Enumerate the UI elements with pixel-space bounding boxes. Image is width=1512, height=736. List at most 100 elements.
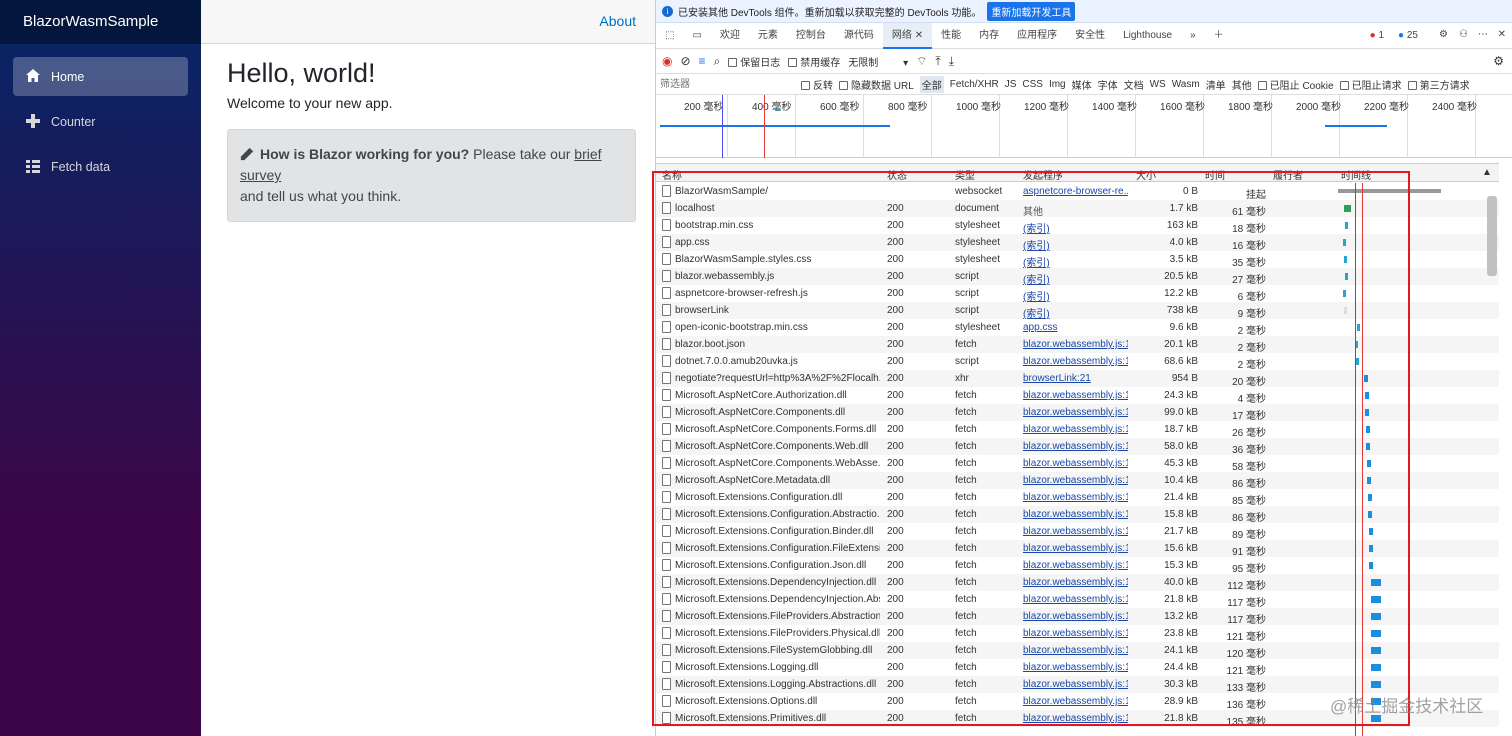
request-initiator[interactable]: app.css bbox=[1023, 322, 1128, 333]
request-name[interactable]: app.css bbox=[675, 237, 880, 248]
request-name[interactable]: BlazorWasmSample/ bbox=[675, 186, 880, 197]
table-row[interactable]: Microsoft.Extensions.DependencyInjection… bbox=[656, 591, 1499, 609]
network-overview[interactable]: 200 毫秒 400 毫秒 600 毫秒 800 毫秒 1000 毫秒 1200 毫秒 14… bbox=[656, 95, 1512, 158]
request-initiator[interactable]: blazor.webassembly.js:1 bbox=[1023, 407, 1128, 418]
filter-input[interactable] bbox=[660, 76, 795, 92]
gear-icon[interactable]: ⚙ bbox=[1439, 29, 1448, 40]
table-row[interactable]: Microsoft.Extensions.Configuration.FileE… bbox=[656, 540, 1499, 558]
request-name[interactable]: aspnetcore-browser-refresh.js bbox=[675, 288, 880, 299]
warning-badge[interactable]: ● 25 bbox=[1394, 29, 1422, 42]
add-tab-icon[interactable]: ＋ bbox=[1205, 23, 1233, 49]
table-row[interactable]: Microsoft.Extensions.FileProviders.Physi… bbox=[656, 625, 1499, 643]
request-initiator[interactable]: blazor.webassembly.js:1 bbox=[1023, 577, 1128, 588]
disable-cache-checkbox[interactable]: 禁用缓存 bbox=[788, 54, 840, 69]
tab-welcome[interactable]: 欢迎 bbox=[711, 23, 749, 49]
upload-icon[interactable]: ⤒ bbox=[935, 54, 940, 69]
preserve-log-checkbox[interactable]: 保留日志 bbox=[728, 54, 780, 69]
request-initiator[interactable]: blazor.webassembly.js:1 bbox=[1023, 475, 1128, 486]
device-toolbar-icon[interactable]: ▭ bbox=[683, 23, 710, 49]
tab-console[interactable]: 控制台 bbox=[787, 23, 835, 49]
request-name[interactable]: Microsoft.Extensions.Primitives.dll bbox=[675, 713, 880, 724]
request-name[interactable]: Microsoft.Extensions.Logging.dll bbox=[675, 662, 880, 673]
table-row[interactable]: Microsoft.AspNetCore.Components.Forms.dl… bbox=[656, 421, 1499, 439]
request-initiator[interactable]: blazor.webassembly.js:1 bbox=[1023, 594, 1128, 605]
request-initiator[interactable]: blazor.webassembly.js:1 bbox=[1023, 458, 1128, 469]
blocked-cookies-checkbox[interactable]: 已阻止 Cookie bbox=[1257, 77, 1334, 92]
table-row[interactable]: open-iconic-bootstrap.min.css 200 styleshe… bbox=[656, 319, 1499, 337]
table-row[interactable]: negotiate?requestUrl=http%3A%2F%2Flocalh… bbox=[656, 370, 1499, 388]
col-time[interactable]: 时间 bbox=[1205, 167, 1225, 182]
filter-type-other[interactable]: 其他 bbox=[1232, 77, 1252, 92]
nav-item-counter[interactable]: Counter bbox=[13, 102, 188, 141]
table-row[interactable]: Microsoft.Extensions.Logging.Abstraction… bbox=[656, 676, 1499, 694]
table-row[interactable]: Microsoft.Extensions.Logging.dll 200 fetch… bbox=[656, 659, 1499, 677]
record-icon[interactable]: ◉ bbox=[662, 54, 672, 68]
tab-application[interactable]: 应用程序 bbox=[1008, 23, 1066, 49]
table-row[interactable]: browserLink 200 script (索引) 738 kB 9 毫秒 bbox=[656, 302, 1499, 320]
request-name[interactable]: Microsoft.AspNetCore.Components.WebAsse.… bbox=[675, 458, 880, 469]
filter-type-doc[interactable]: 文档 bbox=[1124, 77, 1144, 92]
search-icon[interactable]: ⌕ bbox=[714, 54, 721, 69]
request-name[interactable]: Microsoft.Extensions.DependencyInjection… bbox=[675, 594, 880, 605]
request-initiator[interactable]: blazor.webassembly.js:1 bbox=[1023, 543, 1128, 554]
request-initiator[interactable]: (索引) bbox=[1023, 271, 1128, 286]
reload-devtools-button[interactable]: 重新加载开发工具 bbox=[987, 1, 1076, 21]
table-row[interactable]: Microsoft.Extensions.Configuration.Json.… bbox=[656, 557, 1499, 575]
request-name[interactable]: localhost bbox=[675, 203, 880, 214]
request-initiator[interactable]: blazor.webassembly.js:1 bbox=[1023, 509, 1128, 520]
request-name[interactable]: Microsoft.Extensions.DependencyInjection… bbox=[675, 577, 880, 588]
inspect-icon[interactable]: ⬚ bbox=[656, 23, 683, 49]
request-name[interactable]: BlazorWasmSample.styles.css bbox=[675, 254, 880, 265]
download-icon[interactable]: ⤓ bbox=[949, 54, 954, 69]
table-row[interactable]: dotnet.7.0.0.amub20uvka.js 200 script blazo… bbox=[656, 353, 1499, 371]
filter-icon[interactable]: ≡ bbox=[699, 54, 706, 68]
tab-elements[interactable]: 元素 bbox=[749, 23, 787, 49]
request-initiator[interactable]: blazor.webassembly.js:1 bbox=[1023, 628, 1128, 639]
table-row[interactable]: Microsoft.Extensions.FileProviders.Abstr… bbox=[656, 608, 1499, 626]
request-name[interactable]: browserLink bbox=[675, 305, 880, 316]
hide-data-url-checkbox[interactable]: 隐藏数据 URL bbox=[839, 77, 914, 92]
request-initiator[interactable]: blazor.webassembly.js:1 bbox=[1023, 679, 1128, 690]
request-initiator[interactable]: blazor.webassembly.js:1 bbox=[1023, 560, 1128, 571]
more-options-icon[interactable]: ⋯ bbox=[1478, 29, 1488, 40]
request-initiator[interactable]: blazor.webassembly.js:1 bbox=[1023, 645, 1128, 656]
table-row[interactable]: Microsoft.AspNetCore.Components.Web.dll 2… bbox=[656, 438, 1499, 456]
request-name[interactable]: Microsoft.Extensions.FileProviders.Physi… bbox=[675, 628, 880, 639]
tab-security[interactable]: 安全性 bbox=[1066, 23, 1114, 49]
table-row[interactable]: Microsoft.Extensions.Configuration.dll 20… bbox=[656, 489, 1499, 507]
col-name[interactable]: 名称 bbox=[662, 167, 682, 182]
filter-type-ws[interactable]: WS bbox=[1150, 79, 1166, 90]
col-fulfilled-by[interactable]: 履行者 bbox=[1273, 167, 1303, 182]
table-row[interactable]: localhost 200 document 其他 1.7 kB 61 毫秒 bbox=[656, 200, 1499, 218]
clear-icon[interactable]: ⊘ bbox=[680, 54, 690, 68]
filter-type-css[interactable]: CSS bbox=[1022, 79, 1043, 90]
request-name[interactable]: Microsoft.AspNetCore.Authorization.dll bbox=[675, 390, 880, 401]
request-initiator[interactable]: 其他 bbox=[1023, 203, 1128, 218]
request-name[interactable]: Microsoft.AspNetCore.Metadata.dll bbox=[675, 475, 880, 486]
request-name[interactable]: Microsoft.Extensions.Configuration.Json.… bbox=[675, 560, 880, 571]
table-row[interactable]: Microsoft.Extensions.Configuration.Abstr… bbox=[656, 506, 1499, 524]
network-settings-icon[interactable]: ⚙ bbox=[1493, 54, 1504, 68]
table-row[interactable]: BlazorWasmSample.styles.css 200 stylesheet… bbox=[656, 251, 1499, 269]
tab-network[interactable]: 网络 ✕ bbox=[882, 22, 933, 49]
request-name[interactable]: negotiate?requestUrl=http%3A%2F%2Flocalh… bbox=[675, 373, 880, 384]
table-row[interactable]: Microsoft.Extensions.FileSystemGlobbing.… bbox=[656, 642, 1499, 660]
table-row[interactable]: bootstrap.min.css 200 stylesheet (索引) 163 kB… bbox=[656, 217, 1499, 235]
request-name[interactable]: Microsoft.Extensions.Configuration.Binde… bbox=[675, 526, 880, 537]
wifi-icon[interactable]: ⌔ bbox=[916, 54, 927, 69]
request-initiator[interactable]: blazor.webassembly.js:1 bbox=[1023, 696, 1128, 707]
col-initiator[interactable]: 发起程序 bbox=[1023, 167, 1063, 182]
filter-type-media[interactable]: 媒体 bbox=[1072, 77, 1092, 92]
filter-type-wasm[interactable]: Wasm bbox=[1172, 79, 1200, 90]
request-initiator[interactable]: blazor.webassembly.js:1 bbox=[1023, 611, 1128, 622]
request-initiator[interactable]: (索引) bbox=[1023, 288, 1128, 303]
request-name[interactable]: Microsoft.Extensions.Options.dll bbox=[675, 696, 880, 707]
filter-type-font[interactable]: 字体 bbox=[1098, 77, 1118, 92]
col-type[interactable]: 类型 bbox=[955, 167, 975, 182]
close-icon[interactable]: ✕ bbox=[1498, 29, 1506, 40]
request-initiator[interactable]: (索引) bbox=[1023, 254, 1128, 269]
filter-type-all[interactable]: 全部 bbox=[919, 75, 944, 93]
request-name[interactable]: open-iconic-bootstrap.min.css bbox=[675, 322, 880, 333]
request-initiator[interactable]: (索引) bbox=[1023, 237, 1128, 252]
request-initiator[interactable]: blazor.webassembly.js:1 bbox=[1023, 526, 1128, 537]
